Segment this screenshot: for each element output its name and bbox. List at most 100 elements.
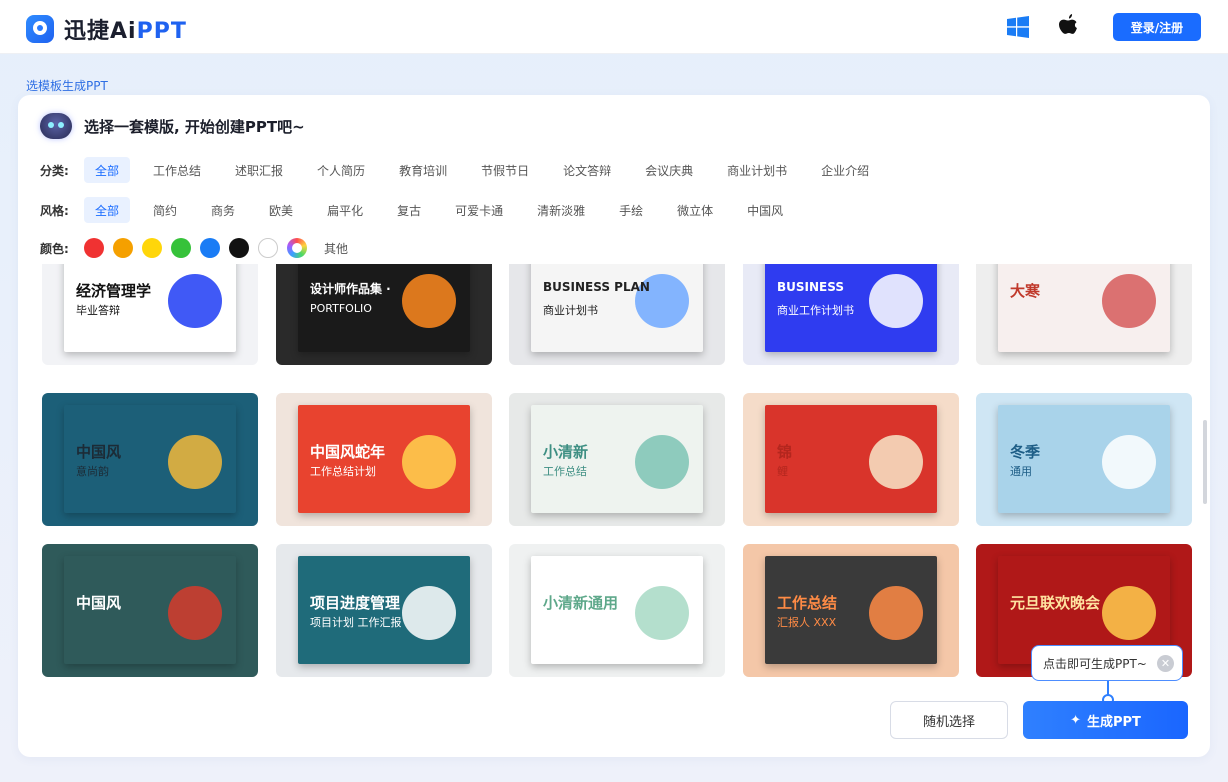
style-chip[interactable]: 商务 (200, 197, 246, 223)
template-decoration (402, 274, 456, 328)
template-title: 中国风蛇年 (310, 443, 386, 461)
template-decoration (869, 274, 923, 328)
template-card[interactable]: 中国风蛇年工作总结计划 (276, 393, 492, 526)
template-thumbnail: 中国风蛇年工作总结计划 (298, 405, 470, 513)
template-card[interactable]: 中国风 (42, 544, 258, 677)
category-chip[interactable]: 论文答辩 (552, 157, 622, 183)
style-chip[interactable]: 清新淡雅 (526, 197, 596, 223)
template-decoration (168, 435, 222, 489)
template-decoration (635, 435, 689, 489)
category-label: 分类: (40, 163, 69, 178)
style-chip[interactable]: 可爱卡通 (444, 197, 514, 223)
category-chip[interactable]: 节假节日 (470, 157, 540, 183)
color-swatch[interactable] (229, 238, 249, 258)
template-grid: 经济管理学 毕业答辩 设计师作品集 · PORTFOLIO BUSINESS PLAN 商… (42, 264, 1192, 677)
template-thumbnail: 小清新 工作总结 (531, 405, 703, 513)
style-chip[interactable]: 复古 (386, 197, 432, 223)
top-bar: 迅捷AiPPT 登录/注册 (0, 0, 1228, 54)
template-thumbnail: 设计师作品集 · PORTFOLIO (298, 264, 470, 352)
close-icon[interactable]: ✕ (1157, 655, 1174, 672)
template-thumbnail: 锦鲤 (765, 405, 937, 513)
template-subtitle: 工作总结计划 (310, 465, 376, 478)
color-swatch[interactable] (142, 238, 162, 258)
color-other-label[interactable]: 其他 (324, 240, 348, 257)
template-decoration (635, 586, 689, 640)
category-chip[interactable]: 商业计划书 (716, 157, 798, 183)
sparkle-icon: ✦ (1070, 712, 1081, 728)
category-chip[interactable]: 全部 (84, 157, 131, 183)
template-title: BUSINESS PLAN (543, 280, 650, 294)
template-card[interactable]: 锦鲤 (743, 393, 959, 526)
template-thumbnail: 工作总结 汇报人 XXX (765, 556, 937, 664)
template-card[interactable]: 小清新 工作总结 (509, 393, 725, 526)
template-title: 冬季 (1010, 443, 1041, 461)
color-swatch[interactable] (113, 238, 133, 258)
template-decoration (1102, 435, 1156, 489)
generate-tooltip: 点击即可生成PPT~ ✕ (1031, 645, 1183, 681)
scrollbar[interactable] (1203, 420, 1207, 504)
template-card[interactable]: 冬季 通用 (976, 393, 1192, 526)
logo[interactable]: 迅捷AiPPT (26, 13, 187, 45)
template-thumbnail: 中国风 (64, 556, 236, 664)
logo-text: 迅捷AiPPT (64, 19, 187, 44)
style-chip[interactable]: 简约 (142, 197, 188, 223)
template-card[interactable]: 工作总结 汇报人 XXX (743, 544, 959, 677)
apple-icon[interactable] (1057, 13, 1079, 39)
template-subtitle: PORTFOLIO (310, 302, 372, 315)
color-swatch-custom[interactable] (287, 238, 307, 258)
category-chip[interactable]: 个人简历 (306, 157, 376, 183)
category-chip[interactable]: 企业介绍 (810, 157, 880, 183)
template-subtitle: 商业工作计划书 (777, 304, 854, 317)
color-swatch[interactable] (258, 238, 278, 258)
generate-ppt-button[interactable]: ✦ 生成PPT (1023, 701, 1188, 739)
template-decoration (1102, 586, 1156, 640)
windows-icon[interactable] (1006, 15, 1030, 39)
template-card[interactable]: 经济管理学 毕业答辩 (42, 264, 258, 365)
template-card[interactable]: 设计师作品集 · PORTFOLIO (276, 264, 492, 365)
template-thumbnail: 项目进度管理 项目计划 工作汇报 (298, 556, 470, 664)
template-card[interactable]: 中国风 意尚韵 (42, 393, 258, 526)
random-select-button[interactable]: 随机选择 (890, 701, 1008, 739)
template-thumbnail: 冬季 通用 (998, 405, 1170, 513)
login-register-button[interactable]: 登录/注册 (1113, 13, 1201, 41)
style-filter: 风格: 全部 简约 商务 欧美 扁平化 复古 可爱卡通 清新淡雅 手绘 微立体 中国风 (40, 197, 806, 223)
category-chip[interactable]: 工作总结 (142, 157, 212, 183)
category-chip[interactable]: 教育培训 (388, 157, 458, 183)
template-card[interactable]: 小清新通用 (509, 544, 725, 677)
template-subtitle: 工作总结 (543, 465, 587, 478)
template-thumbnail: 经济管理学 毕业答辩 (64, 264, 236, 352)
template-card[interactable]: 项目进度管理 项目计划 工作汇报 (276, 544, 492, 677)
template-subtitle: 意尚韵 (76, 465, 109, 478)
template-decoration (869, 586, 923, 640)
panel-title: 选择一套模版, 开始创建PPT吧~ (84, 117, 305, 136)
color-swatch[interactable] (84, 238, 104, 258)
category-chip[interactable]: 会议庆典 (634, 157, 704, 183)
template-card[interactable]: BUSINESS PLAN 商业计划书 (509, 264, 725, 365)
template-decoration (168, 586, 222, 640)
template-subtitle: 鲤 (777, 465, 788, 478)
category-chip[interactable]: 述职汇报 (224, 157, 294, 183)
template-subtitle: 商业计划书 (543, 304, 598, 317)
color-swatch[interactable] (171, 238, 191, 258)
category-filter: 分类: 全部 工作总结 述职汇报 个人简历 教育培训 节假节日 论文答辩 会议庆典 商业计划书企… (40, 157, 892, 183)
breadcrumb[interactable]: 选模板生成PPT (26, 77, 108, 94)
template-title: 锦 (777, 443, 793, 461)
template-decoration (168, 274, 222, 328)
template-decoration (869, 435, 923, 489)
color-swatch[interactable] (200, 238, 220, 258)
style-chip[interactable]: 微立体 (666, 197, 724, 223)
template-card[interactable]: 大寒 (976, 264, 1192, 365)
style-chip[interactable]: 扁平化 (316, 197, 374, 223)
color-label: 颜色: (40, 241, 69, 256)
style-chip[interactable]: 欧美 (258, 197, 304, 223)
template-title: 工作总结 (777, 594, 838, 612)
template-thumbnail: 中国风 意尚韵 (64, 405, 236, 513)
template-title: 大寒 (1010, 282, 1041, 300)
template-card[interactable]: BUSINESS 商业工作计划书 (743, 264, 959, 365)
template-decoration (402, 435, 456, 489)
style-chip[interactable]: 手绘 (608, 197, 654, 223)
template-subtitle: 通用 (1010, 465, 1032, 478)
style-chip[interactable]: 中国风 (736, 197, 794, 223)
style-chip[interactable]: 全部 (84, 197, 131, 223)
color-filter: 颜色: 其他 (40, 238, 348, 258)
